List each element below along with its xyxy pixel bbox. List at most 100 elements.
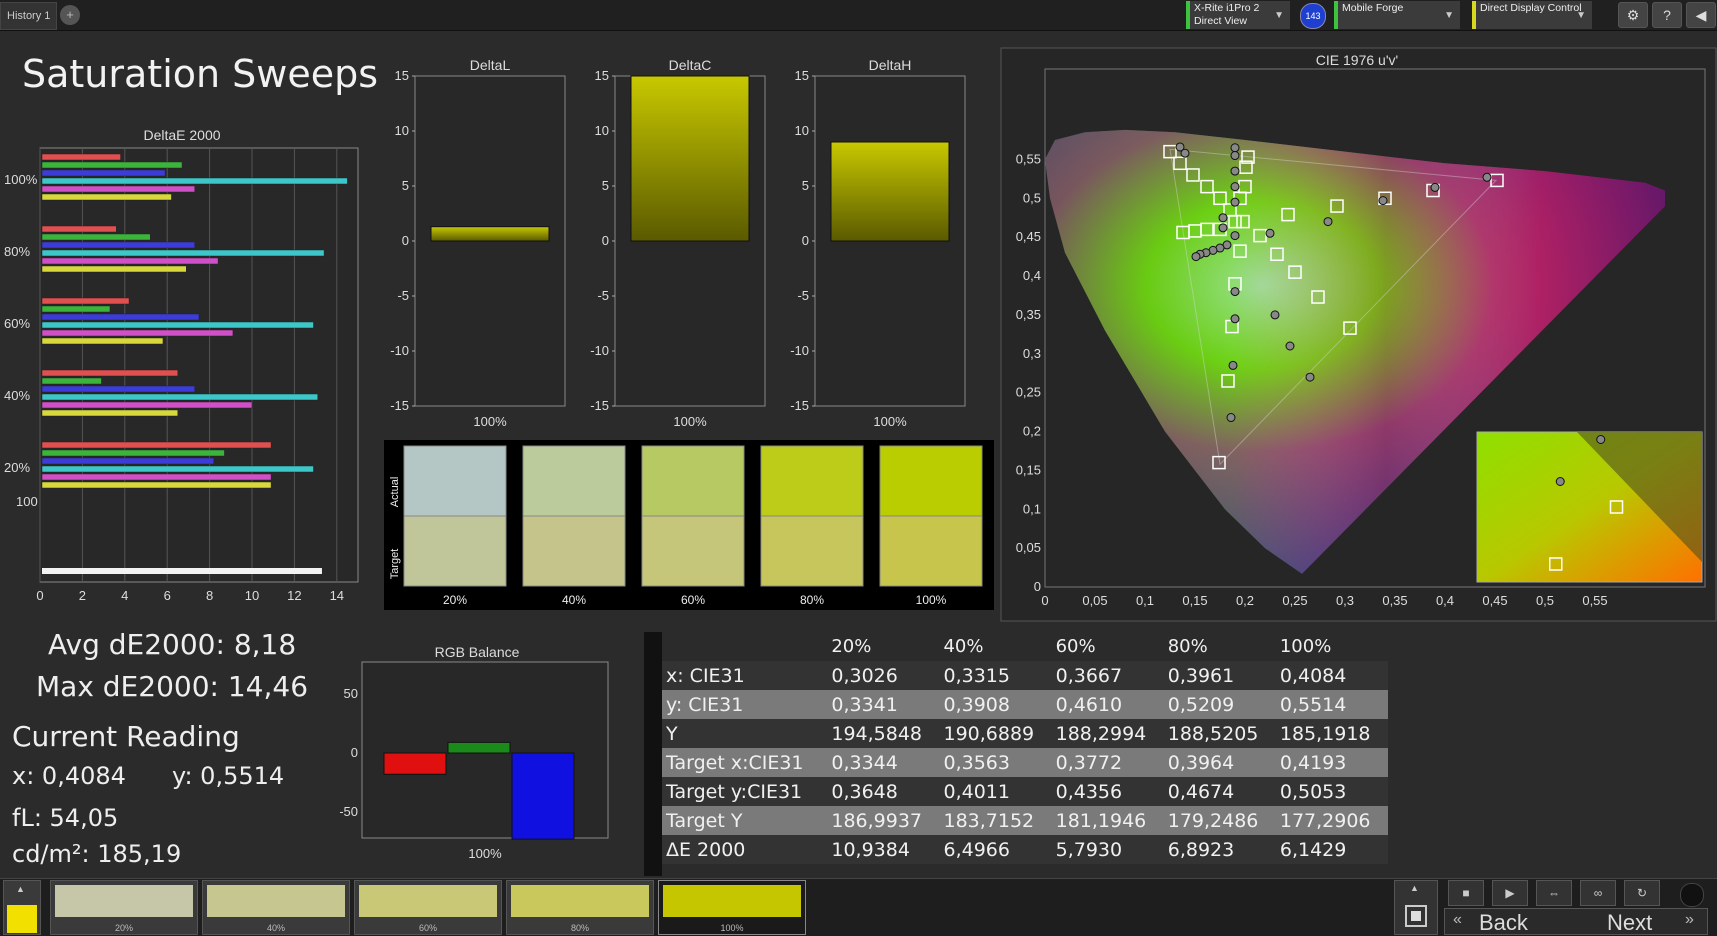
stop-button[interactable]: ■ <box>1448 880 1484 906</box>
patch-item[interactable]: 100% <box>658 880 806 935</box>
meter-name: X-Rite i1Pro 2 <box>1194 2 1260 14</box>
cie-x-tick: 0,45 <box>1482 593 1507 608</box>
cie-diagram: CIE 1976 u'v' 0 0,05 0,1 0,15 0,2 0,25 0,3 0,35 0… <box>1000 47 1717 622</box>
back-button[interactable]: Back <box>1479 910 1528 936</box>
deltae-bar <box>41 385 196 393</box>
table-cell: 188,2994 <box>1055 722 1147 745</box>
double-chevron-right-icon: » <box>1685 911 1694 928</box>
deltae-bar <box>41 161 183 169</box>
current-color-indicator[interactable]: ▲ <box>3 880 41 935</box>
meter-selector[interactable]: X-Rite i1Pro 2 Direct View ▼ <box>1186 1 1290 29</box>
table-row-label: x: CIE31 <box>666 664 745 687</box>
pattern-badge[interactable]: 143 <box>1300 3 1326 29</box>
settings-button[interactable]: ⚙ <box>1618 2 1648 28</box>
patch-swatch <box>663 885 801 917</box>
next-button[interactable]: Next <box>1607 910 1652 936</box>
patch-stop-panel[interactable]: ▲ <box>1394 880 1438 935</box>
record-indicator[interactable] <box>1680 883 1704 907</box>
swatch-actual <box>879 445 983 517</box>
patch-item[interactable]: 20% <box>50 880 198 935</box>
cie-zoom-measured <box>1596 435 1606 444</box>
play-button[interactable]: ▶ <box>1492 880 1528 906</box>
meter-mode: Direct View <box>1194 15 1247 27</box>
patch-item[interactable]: 60% <box>354 880 502 935</box>
deltae-bar <box>41 185 196 193</box>
deltae-plot-area <box>39 147 359 583</box>
table-cell: 0,4674 <box>1167 780 1235 803</box>
deltae-bar <box>41 393 318 401</box>
deltae-bar <box>41 305 111 313</box>
patch-label: 60% <box>418 923 437 933</box>
step-icon: ⇔ <box>1548 886 1560 900</box>
delta-y-tick: -5 <box>597 288 609 303</box>
delta-y-tick: 15 <box>395 68 409 83</box>
swatch-row-label-actual: Actual <box>389 477 401 508</box>
table-cell: 183,7152 <box>943 809 1035 832</box>
patch-swatch <box>359 885 497 917</box>
table-header-cell: 100% <box>1279 636 1332 657</box>
deltae-white-bar <box>42 568 322 574</box>
refresh-icon: ↻ <box>1636 886 1648 900</box>
pattern-generator-selector[interactable]: Mobile Forge ▼ <box>1334 1 1460 29</box>
loop-button[interactable]: ∞ <box>1580 880 1616 906</box>
page-title: Saturation Sweeps <box>22 52 379 96</box>
help-button[interactable]: ? <box>1652 2 1682 28</box>
patch-item[interactable]: 80% <box>506 880 654 935</box>
refresh-button[interactable]: ↻ <box>1624 880 1660 906</box>
current-luminance-value: cd/m²: 185,19 <box>12 840 182 868</box>
swatch-label: 60% <box>681 593 705 607</box>
patch-swatch <box>207 885 345 917</box>
display-control-selector[interactable]: Direct Display Control ▼ <box>1472 1 1592 29</box>
delta-lch-charts: DeltaL 15 10 5 0 -5 -10 -15 100% DeltaC 15 10 5 0 -5 -1… <box>370 50 980 430</box>
table-row: y: CIE31 0,3341 0,3908 0,4610 0,5209 0,5514 <box>662 690 1388 719</box>
patch-label: 80% <box>570 923 589 933</box>
table-cell: 6,8923 <box>1167 838 1235 861</box>
delta-svg: DeltaL 15 10 5 0 -5 -10 -15 100% DeltaC 15 10 5 0 -5 -1… <box>390 57 966 429</box>
deltae-group-label: 60% <box>4 316 30 331</box>
deltae-bar <box>41 329 234 337</box>
delta-x-label: 100% <box>473 414 507 429</box>
table-cell: 0,3648 <box>831 780 898 803</box>
swatch-comparison-panel: Actual Target 20% 40% 60% 80% 100% <box>384 440 994 610</box>
table-cell: 0,3344 <box>831 751 898 774</box>
chevron-down-icon: ▼ <box>1576 10 1586 21</box>
delta-bar <box>830 141 950 242</box>
collapse-button[interactable]: ◀ <box>1686 2 1716 28</box>
deltae-bar <box>41 473 272 481</box>
delta-y-tick: -5 <box>397 288 409 303</box>
table-cell: 0,4610 <box>1055 693 1123 716</box>
cie-y-tick: 0,45 <box>1016 229 1041 244</box>
cie-measured-point <box>1191 252 1201 262</box>
patch-item[interactable]: 40% <box>202 880 350 935</box>
deltae-group-label: 100% <box>4 172 38 187</box>
delta-y-tick: 0 <box>402 233 409 248</box>
tab-history[interactable]: History 1 <box>0 2 58 30</box>
cie-measured-point <box>1228 360 1238 370</box>
cie-x-tick: 0,35 <box>1382 593 1407 608</box>
deltae-x-tick: 12 <box>287 588 301 603</box>
cie-x-tick: 0,55 <box>1582 593 1607 608</box>
current-reading-title: Current Reading <box>12 720 240 753</box>
delta-bar <box>430 226 550 242</box>
deltae-bar <box>41 265 187 273</box>
table-cell: 0,4193 <box>1279 751 1347 774</box>
play-icon: ▶ <box>1505 886 1515 900</box>
delta-y-tick: 5 <box>402 178 409 193</box>
table-cell: 0,3667 <box>1055 664 1123 687</box>
delta-y-tick: 10 <box>395 123 409 138</box>
chevron-up-icon: ▲ <box>1410 883 1419 893</box>
deltae-bar <box>41 465 314 473</box>
cie-measured-point <box>1378 196 1388 206</box>
step-button[interactable]: ⇔ <box>1536 880 1572 906</box>
swatch-label: 20% <box>443 593 467 607</box>
add-tab-button[interactable]: + <box>60 5 80 25</box>
deltae-x-tick: 14 <box>330 588 344 603</box>
delta-chart-title: DeltaC <box>669 57 712 73</box>
delta-x-label: 100% <box>873 414 907 429</box>
cie-measured-point <box>1482 172 1492 182</box>
table-cell: 186,9937 <box>831 809 923 832</box>
chevron-left-icon: ◀ <box>1695 7 1707 23</box>
table-cell: 0,5514 <box>1279 693 1347 716</box>
table-cell: 6,1429 <box>1279 838 1347 861</box>
deltae-bar <box>41 369 179 377</box>
